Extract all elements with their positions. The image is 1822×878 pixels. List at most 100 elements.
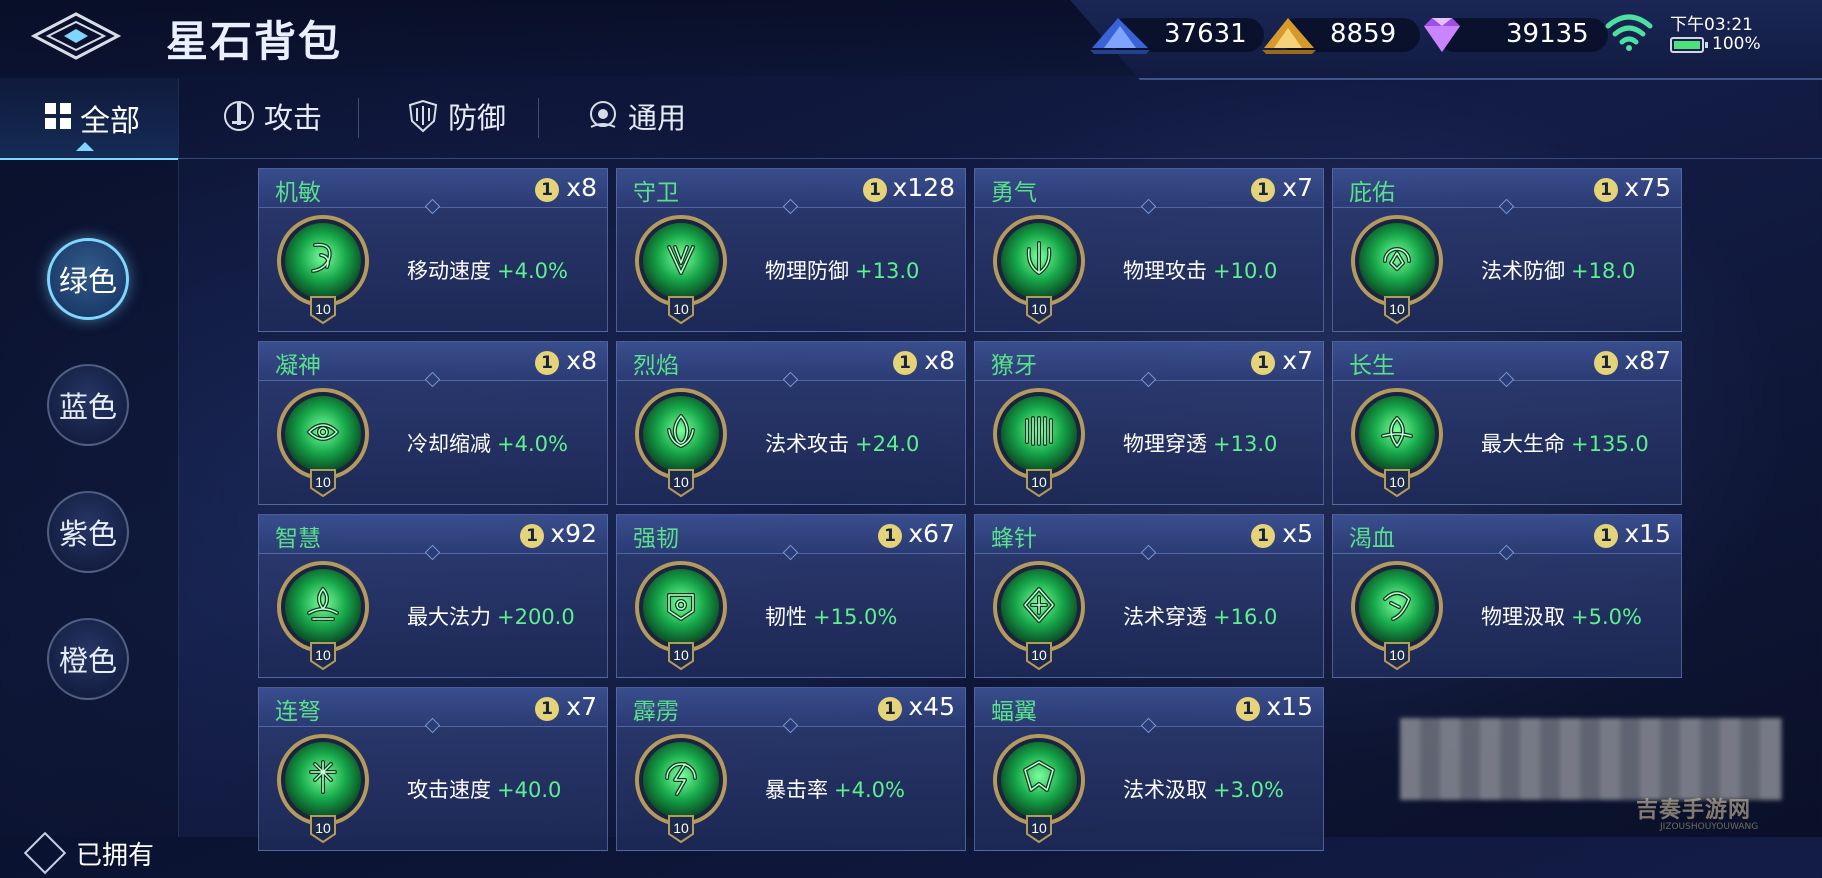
- grade-label: 10: [315, 301, 331, 317]
- star-stone-card[interactable]: 长生 1 x87 10 最大生命 +135.0: [1332, 341, 1682, 505]
- stat-name: 移动速度: [407, 259, 491, 283]
- stone-name: 霹雳: [633, 699, 679, 725]
- header-ornament-icon: [424, 198, 441, 215]
- filter-purple[interactable]: 紫色: [47, 491, 129, 573]
- stat-name: 最大法力: [407, 605, 491, 629]
- stat-line: 法术防御 +18.0: [1481, 255, 1635, 285]
- back-button[interactable]: [30, 10, 122, 62]
- stone-name: 机敏: [275, 180, 321, 206]
- star-stone-emblem-icon: 10: [993, 388, 1085, 498]
- header-ornament-icon: [1140, 198, 1157, 215]
- shield-icon: [408, 99, 438, 133]
- header-ornament-icon: [782, 717, 799, 734]
- grade-label: 10: [1031, 301, 1047, 317]
- stat-name: 法术穿透: [1123, 605, 1207, 629]
- currency-gold-crystal[interactable]: 8859: [1260, 14, 1420, 54]
- stat-name: 物理防御: [765, 259, 849, 283]
- stat-line: 最大法力 +200.0: [407, 601, 575, 631]
- watermark-logo: 吉奏手游网: [1636, 798, 1752, 823]
- stat-line: 攻击速度 +40.0: [407, 774, 561, 804]
- level-badge: 1: [535, 351, 559, 375]
- stat-line: 物理防御 +13.0: [765, 255, 919, 285]
- star-stone-card[interactable]: 凝神 1 x8 10 冷却缩减 +4.0%: [258, 341, 608, 505]
- owned-label: 已拥有: [76, 840, 155, 871]
- blue-crystal-icon: [1090, 18, 1150, 54]
- sidebar-item-all[interactable]: 全部: [0, 78, 178, 160]
- owned-toggle[interactable]: 已拥有: [20, 828, 154, 878]
- star-stone-emblem-icon: 10: [1351, 561, 1443, 671]
- star-stone-card[interactable]: 强韧 1 x67 10 韧性 +15.0%: [616, 514, 966, 678]
- stat-line: 韧性 +15.0%: [765, 601, 897, 631]
- stat-line: 移动速度 +4.0%: [407, 255, 568, 285]
- filter-orange[interactable]: 橙色: [47, 618, 129, 700]
- star-stone-card[interactable]: 獠牙 1 x7 10 物理穿透 +13.0: [974, 341, 1324, 505]
- tab-general[interactable]: 通用: [586, 94, 686, 138]
- stat-value: +16.0: [1213, 605, 1278, 629]
- active-caret-icon: [76, 142, 94, 151]
- star-stone-card[interactable]: 霹雳 1 x45 10 暴击率 +4.0%: [616, 687, 966, 851]
- header-ornament-icon: [1140, 717, 1157, 734]
- stone-count: x7: [566, 692, 597, 721]
- level-badge: 1: [878, 524, 902, 548]
- stat-value: +4.0%: [497, 259, 568, 283]
- watermark-subtext: JIZOUSHOUYOUWANG: [1660, 822, 1759, 832]
- star-stone-card[interactable]: 勇气 1 x7 10 物理攻击 +10.0: [974, 168, 1324, 332]
- stat-line: 物理汲取 +5.0%: [1481, 601, 1642, 631]
- star-stone-card[interactable]: 庇佑 1 x75 10 法术防御 +18.0: [1332, 168, 1682, 332]
- star-stone-card[interactable]: 连弩 1 x7 10 攻击速度 +40.0: [258, 687, 608, 851]
- currency-purple-gem[interactable]: 39135: [1418, 14, 1608, 54]
- stat-name: 最大生命: [1481, 432, 1565, 456]
- star-stone-card[interactable]: 蜂针 1 x5 10 法术穿透 +16.0: [974, 514, 1324, 678]
- purple-gem-icon: [1424, 18, 1460, 52]
- level-badge: 1: [535, 178, 559, 202]
- divider: [358, 98, 359, 138]
- tab-attack[interactable]: 攻击: [222, 94, 322, 138]
- currency-blue-crystal[interactable]: 37631: [1088, 14, 1264, 54]
- stat-value: +18.0: [1571, 259, 1636, 283]
- stat-line: 法术穿透 +16.0: [1123, 601, 1277, 631]
- level-badge: 1: [1251, 178, 1275, 202]
- filter-green[interactable]: 绿色: [47, 238, 129, 320]
- star-stone-card[interactable]: 烈焰 1 x8 10 法术攻击 +24.0: [616, 341, 966, 505]
- blurred-area: [1400, 718, 1782, 800]
- stone-name: 凝神: [275, 353, 321, 379]
- stone-count: x7: [1282, 346, 1313, 375]
- checkbox-diamond-icon: [23, 831, 67, 875]
- stone-count: x67: [908, 519, 955, 548]
- star-stone-emblem-icon: 10: [277, 561, 369, 671]
- stone-name: 智慧: [275, 526, 321, 552]
- currency-value: 8859: [1330, 19, 1397, 49]
- header-ornament-icon: [782, 198, 799, 215]
- star-stone-card[interactable]: 守卫 1 x128 10 物理防御 +13.0: [616, 168, 966, 332]
- stat-line: 法术汲取 +3.0%: [1123, 774, 1284, 804]
- header-ornament-icon: [1140, 371, 1157, 388]
- page-title: 星石背包: [166, 17, 343, 66]
- star-stone-card[interactable]: 机敏 1 x8 10 移动速度 +4.0%: [258, 168, 608, 332]
- level-badge: 1: [893, 351, 917, 375]
- sword-icon: [224, 101, 254, 131]
- star-stone-card[interactable]: 渴血 1 x15 10 物理汲取 +5.0%: [1332, 514, 1682, 678]
- stone-name: 守卫: [633, 180, 679, 206]
- currency-value: 39135: [1506, 19, 1589, 49]
- stone-count: x8: [924, 346, 955, 375]
- level-badge: 1: [1236, 697, 1260, 721]
- stone-count: x15: [1266, 692, 1313, 721]
- header-ornament-icon: [782, 371, 799, 388]
- filter-blue[interactable]: 蓝色: [47, 364, 129, 446]
- star-stone-emblem-icon: 10: [993, 734, 1085, 844]
- tab-defense[interactable]: 防御: [406, 94, 506, 138]
- stone-count: x5: [1282, 519, 1313, 548]
- level-badge: 1: [878, 697, 902, 721]
- star-stone-card[interactable]: 智慧 1 x92 10 最大法力 +200.0: [258, 514, 608, 678]
- stat-name: 物理汲取: [1481, 605, 1565, 629]
- stone-name: 强韧: [633, 526, 679, 552]
- stat-value: +10.0: [1213, 259, 1278, 283]
- stone-name: 长生: [1349, 353, 1395, 379]
- stone-count: x45: [908, 692, 955, 721]
- star-stone-card[interactable]: 蝠翼 1 x15 10 法术汲取 +3.0%: [974, 687, 1324, 851]
- currency-value: 37631: [1164, 19, 1247, 49]
- stone-count: x7: [1282, 173, 1313, 202]
- level-badge: 1: [535, 697, 559, 721]
- star-stone-emblem-icon: 10: [277, 734, 369, 844]
- header-ornament-icon: [1498, 371, 1515, 388]
